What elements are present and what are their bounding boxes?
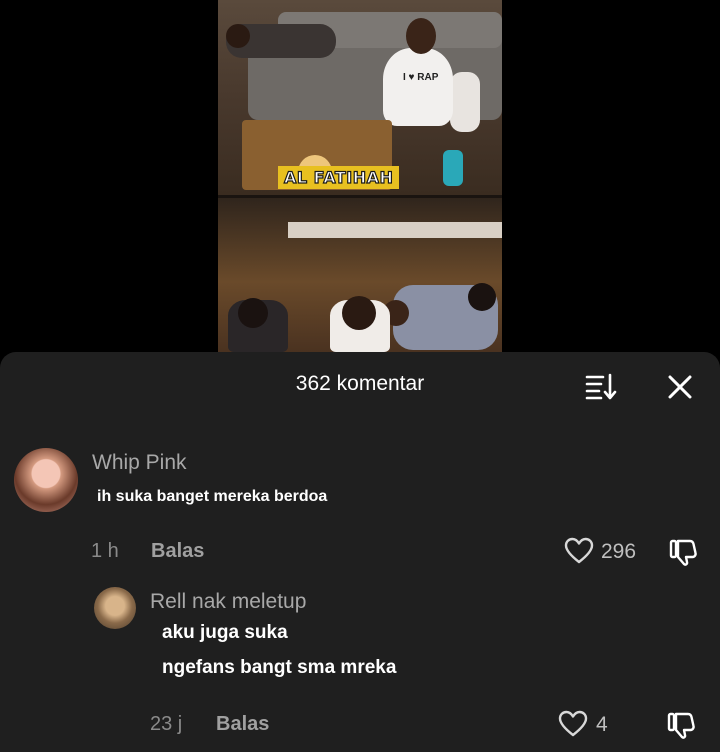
- heart-icon[interactable]: [564, 537, 594, 565]
- video-split-divider: [218, 195, 502, 198]
- heart-icon[interactable]: [558, 710, 588, 738]
- like-count: 4: [596, 713, 608, 736]
- comment-username[interactable]: Rell nak meletup: [150, 590, 306, 614]
- comment-timestamp: 1 h: [91, 540, 119, 562]
- comment-username[interactable]: Whip Pink: [92, 451, 187, 475]
- like-count: 296: [601, 540, 637, 563]
- comment-text: ngefans bangt sma mreka: [162, 657, 397, 678]
- shirt-print-text: I ♥ RAP: [403, 72, 439, 83]
- screen: I ♥ RAP AL FATIHAH 362 komentar Whip Pin…: [0, 0, 720, 752]
- video-preview[interactable]: I ♥ RAP AL FATIHAH: [218, 0, 502, 352]
- reply-button[interactable]: Balas: [216, 713, 269, 736]
- avatar[interactable]: [94, 587, 136, 629]
- pillow-shape: [450, 72, 480, 132]
- avatar[interactable]: [14, 448, 78, 512]
- video-caption: AL FATIHAH: [278, 166, 400, 189]
- comment-timestamp: 23 j: [150, 713, 183, 735]
- sitting-person-head-shape: [406, 18, 436, 54]
- sitting-person-shape: [383, 48, 453, 126]
- bottle-shape: [443, 150, 463, 186]
- comment-text: ih suka banget mereka berdoa: [97, 488, 328, 505]
- dislike-icon[interactable]: [668, 537, 698, 567]
- floor-person-left-head-shape: [238, 298, 268, 328]
- dislike-icon[interactable]: [666, 710, 696, 740]
- comment-text: aku juga suka: [162, 622, 288, 643]
- reclining-person-head-shape: [226, 24, 250, 48]
- reply-button[interactable]: Balas: [151, 540, 204, 563]
- shelf-shape: [288, 222, 502, 238]
- floor-person-center-head-shape: [342, 296, 376, 330]
- sort-icon[interactable]: [584, 371, 618, 401]
- floor-person-right-head-shape: [468, 283, 496, 311]
- close-icon[interactable]: [665, 372, 695, 402]
